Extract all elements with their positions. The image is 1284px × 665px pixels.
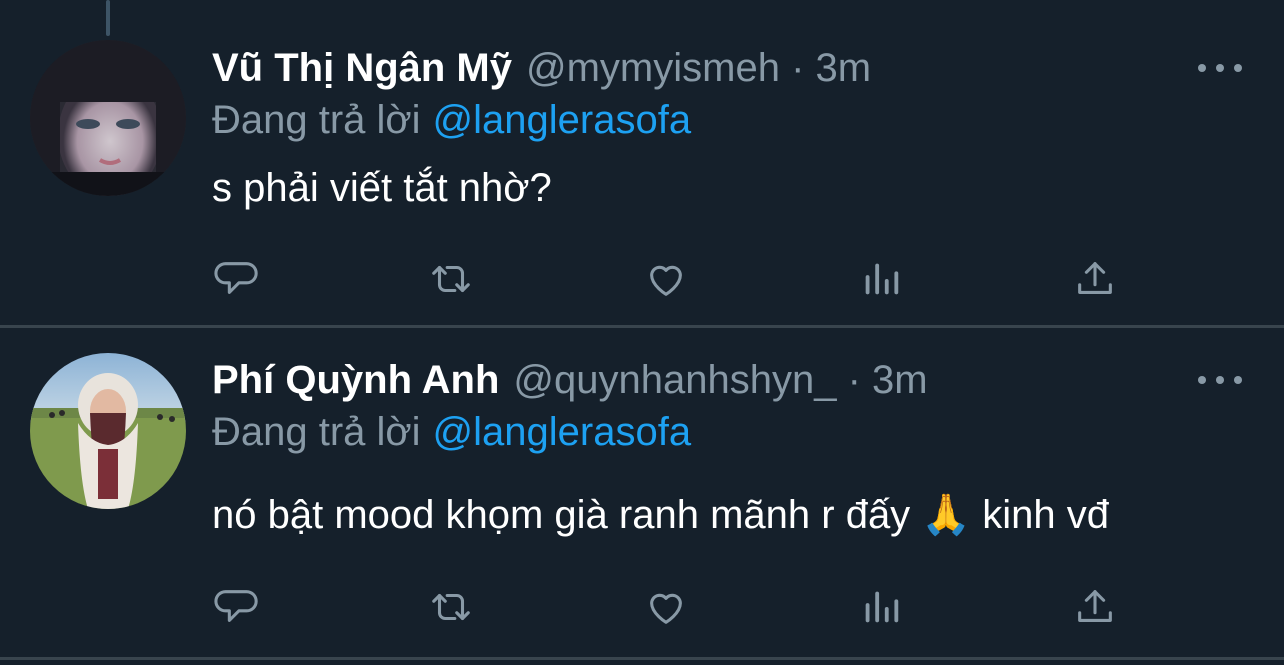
like-button[interactable] bbox=[641, 582, 691, 632]
heart-icon bbox=[650, 593, 682, 624]
like-button[interactable] bbox=[641, 254, 691, 304]
reply-mention-link[interactable]: @langlerasofa bbox=[433, 98, 692, 142]
more-icon-dot bbox=[1234, 376, 1242, 384]
reply-button[interactable] bbox=[212, 582, 262, 632]
avatar[interactable] bbox=[30, 40, 186, 196]
share-button[interactable] bbox=[1070, 254, 1120, 304]
display-name[interactable]: Vũ Thị Ngân Mỹ bbox=[212, 46, 512, 90]
replying-to-label: Đang trả lời bbox=[212, 98, 421, 142]
tweet-actions bbox=[212, 582, 1132, 632]
user-handle[interactable]: @mymyismeh bbox=[526, 46, 780, 90]
separator-dot: · bbox=[791, 46, 805, 90]
separator-dot: · bbox=[847, 358, 861, 402]
tweet-feed: Vũ Thị Ngân Mỹ @mymyismeh · 3m Đang trả l… bbox=[0, 0, 1284, 665]
divider bbox=[0, 325, 1284, 328]
retweet-icon bbox=[432, 593, 470, 621]
reply-mention-link[interactable]: @langlerasofa bbox=[433, 410, 692, 454]
tweet-text: s phải viết tắt nhờ? bbox=[212, 166, 552, 210]
retweet-icon bbox=[432, 265, 470, 293]
tweet[interactable]: Vũ Thị Ngân Mỹ @mymyismeh · 3m Đang trả l… bbox=[0, 0, 1284, 327]
timestamp[interactable]: 3m bbox=[816, 46, 872, 90]
comment-icon bbox=[214, 262, 258, 294]
reply-button[interactable] bbox=[212, 254, 262, 304]
user-handle[interactable]: @quynhanhshyn_ bbox=[513, 358, 836, 402]
analytics-icon bbox=[865, 263, 899, 295]
replying-to: Đang trả lời @langlerasofa bbox=[212, 96, 691, 144]
retweet-button[interactable] bbox=[426, 582, 476, 632]
replying-to-label: Đang trả lời bbox=[212, 410, 421, 454]
more-icon-dot bbox=[1234, 64, 1242, 72]
share-icon bbox=[1078, 590, 1112, 622]
tweet-text: nó bật mood khọm già ranh mãnh r đấy 🙏 k… bbox=[212, 493, 1109, 537]
timestamp[interactable]: 3m bbox=[872, 358, 928, 402]
analytics-button[interactable] bbox=[856, 582, 906, 632]
tweet-header: Phí Quỳnh Anh @quynhanhshyn_ · 3m bbox=[212, 356, 928, 404]
display-name[interactable]: Phí Quỳnh Anh bbox=[212, 358, 499, 402]
analytics-button[interactable] bbox=[856, 254, 906, 304]
tweet[interactable]: Phí Quỳnh Anh @quynhanhshyn_ · 3m Đang tr… bbox=[0, 329, 1284, 657]
retweet-button[interactable] bbox=[426, 254, 476, 304]
more-options-button[interactable] bbox=[1198, 368, 1242, 392]
replying-to: Đang trả lời @langlerasofa bbox=[212, 408, 691, 456]
analytics-icon bbox=[865, 591, 899, 623]
more-options-button[interactable] bbox=[1198, 56, 1242, 80]
avatar[interactable] bbox=[30, 353, 186, 509]
more-icon-dot bbox=[1216, 376, 1224, 384]
tweet-actions bbox=[212, 254, 1132, 304]
more-icon-dot bbox=[1216, 64, 1224, 72]
tweet-header: Vũ Thị Ngân Mỹ @mymyismeh · 3m bbox=[212, 44, 871, 92]
share-icon bbox=[1078, 262, 1112, 294]
more-icon bbox=[1198, 376, 1206, 384]
more-icon bbox=[1198, 64, 1206, 72]
comment-icon bbox=[214, 590, 258, 622]
share-button[interactable] bbox=[1070, 582, 1120, 632]
divider bbox=[0, 657, 1284, 660]
heart-icon bbox=[650, 265, 682, 296]
